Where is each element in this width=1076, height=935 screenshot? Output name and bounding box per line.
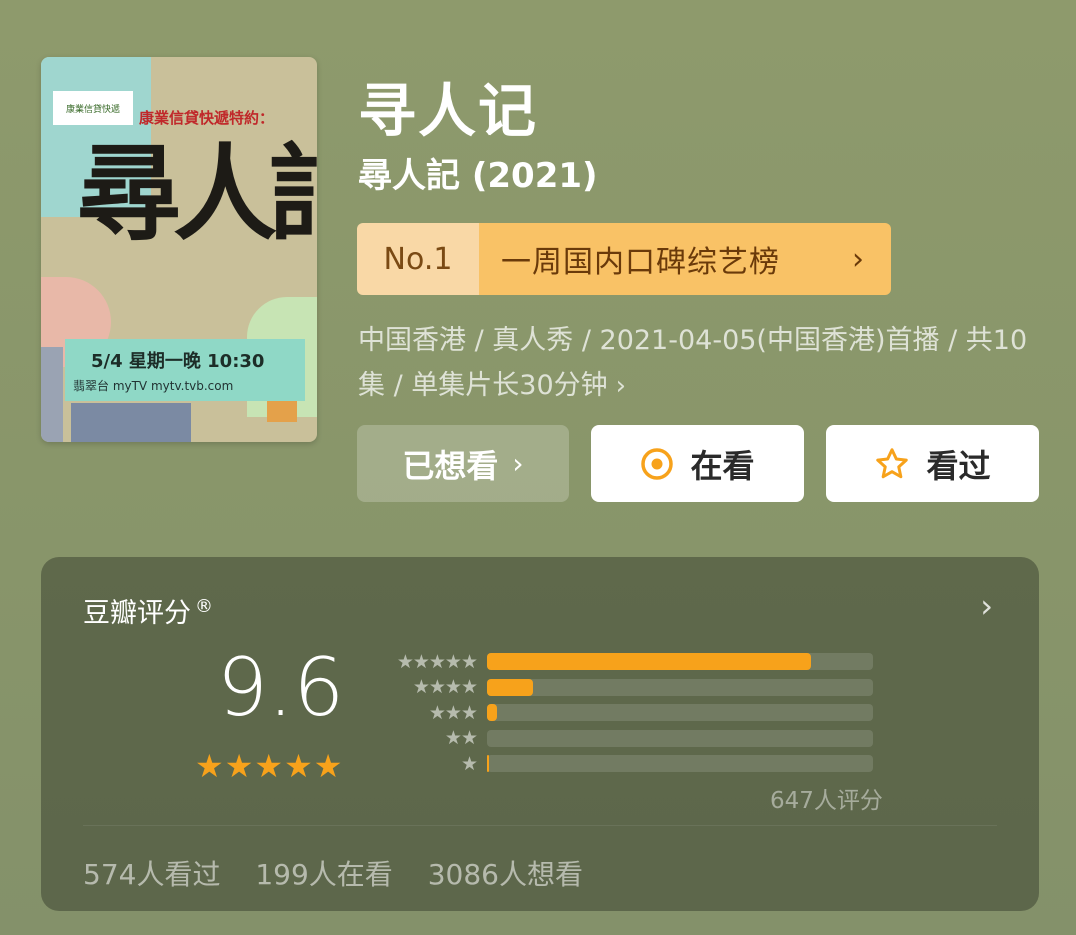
chevron-right-icon: › <box>512 447 524 480</box>
want-button-label: 已想看 <box>402 446 499 485</box>
divider <box>83 825 997 826</box>
distribution-bar-fill <box>487 755 489 773</box>
poster-decor <box>41 347 63 442</box>
rating-distribution-row: ★ <box>391 751 873 777</box>
poster-airtime: 5/4 星期一晚 10:30 <box>91 351 265 372</box>
rating-label: 豆瓣评分 ® <box>83 591 213 630</box>
rating-distribution: ★★★★★ ★★★★ ★★★ ★★ ★ <box>391 649 873 777</box>
poster-title: 尋人記 <box>77 132 317 255</box>
distribution-stars: ★★★★★ <box>396 650 478 673</box>
rating-label-text: 豆瓣评分 <box>83 598 191 629</box>
watching-button-label: 在看 <box>690 446 755 485</box>
ranking-number: No.1 <box>357 223 479 295</box>
ranking-banner[interactable]: No.1 一周国内口碑综艺榜 › <box>357 223 891 295</box>
ranking-label-box: 一周国内口碑综艺榜 › <box>479 223 891 295</box>
distribution-stars: ★★ <box>444 727 478 750</box>
distribution-bar-fill <box>487 653 812 671</box>
chevron-right-icon[interactable]: › <box>980 587 993 625</box>
poster-sponsor-text: 康業信貸快遞特約： <box>139 109 275 127</box>
distribution-bar-track <box>487 729 873 747</box>
rating-distribution-row: ★★★ <box>391 700 873 726</box>
distribution-bar-track <box>487 755 873 773</box>
watching-count[interactable]: 199人在看 <box>255 858 392 891</box>
distribution-bar-fill <box>487 704 497 722</box>
distribution-bar-fill <box>487 678 534 696</box>
rating-distribution-row: ★★ <box>391 726 873 752</box>
watched-count[interactable]: 574人看过 <box>83 858 220 891</box>
watched-button-label: 看过 <box>926 446 991 485</box>
audience-stats: 574人看过 199人在看 3086人想看 <box>83 853 609 893</box>
registered-mark: ® <box>195 596 213 617</box>
chevron-right-icon: › <box>852 241 865 277</box>
ranking-label: 一周国内口碑综艺榜 <box>501 245 780 280</box>
distribution-stars: ★ <box>460 752 478 775</box>
poster-image[interactable]: 康業信貸快遞 康業信貸快遞特約： 尋人記 5/4 星期一晚 10:30 翡翠台 … <box>41 57 317 442</box>
chevron-right-icon: › <box>615 371 627 401</box>
wish-count[interactable]: 3086人想看 <box>428 858 583 891</box>
rating-count: 647人评分 <box>770 788 883 814</box>
poster-decor <box>71 403 191 442</box>
want-to-watch-button[interactable]: 已想看 › <box>357 425 569 502</box>
target-circle-icon <box>640 447 674 481</box>
distribution-bar-track <box>487 653 873 671</box>
distribution-bar-track <box>487 704 873 722</box>
sponsor-logo: 康業信貸快遞 <box>53 91 133 125</box>
watching-button[interactable]: 在看 <box>591 425 804 502</box>
rating-distribution-row: ★★★★ <box>391 675 873 701</box>
poster-channels: 翡翠台 myTV mytv.tvb.com <box>73 379 234 393</box>
star-outline-icon <box>874 446 910 482</box>
poster-airtime-box: 5/4 星期一晚 10:30 翡翠台 myTV mytv.tvb.com <box>65 339 305 401</box>
watched-button[interactable]: 看过 <box>826 425 1039 502</box>
rating-distribution-row: ★★★★★ <box>391 649 873 675</box>
rating-score: 9.6 <box>217 641 345 734</box>
original-title: 尋人記 (2021) <box>358 156 598 196</box>
rating-card[interactable]: 豆瓣评分 ® › 9.6 ★★★★★ ★★★★★ ★★★★ ★★★ ★★ ★ 647人评分… <box>41 557 1039 911</box>
show-meta-info[interactable]: 中国香港 / 真人秀 / 2021-04-05(中国香港)首播 / 共10集 /… <box>358 318 1038 409</box>
distribution-stars: ★★★★ <box>412 676 478 699</box>
page-title: 寻人记 <box>358 77 539 145</box>
distribution-stars: ★★★ <box>428 701 478 724</box>
rating-stars: ★★★★★ <box>195 747 344 785</box>
meta-text: 中国香港 / 真人秀 / 2021-04-05(中国香港)首播 / 共10集 /… <box>358 325 1028 401</box>
distribution-bar-track <box>487 678 873 696</box>
